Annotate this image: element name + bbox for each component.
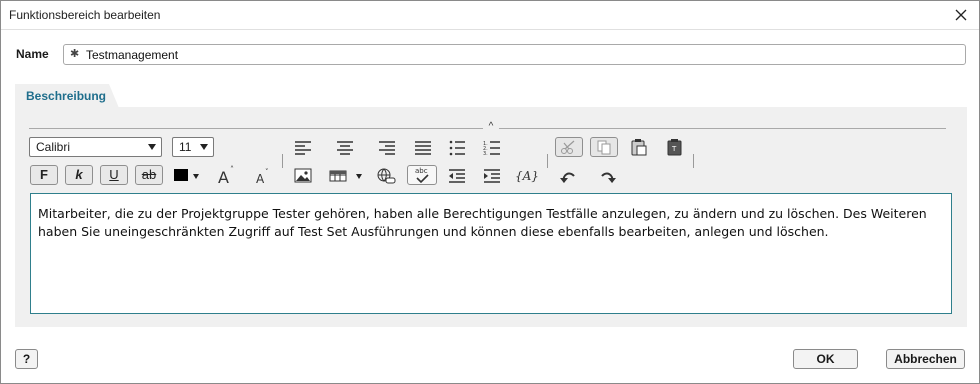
description-text[interactable]: Mitarbeiter, die zu der Projektgruppe Te…: [38, 205, 948, 241]
ok-button[interactable]: OK: [793, 349, 858, 369]
text-color-swatch[interactable]: [174, 169, 188, 181]
align-justify-icon[interactable]: [412, 138, 434, 158]
spell-check-icon: abc: [415, 167, 429, 184]
italic-button[interactable]: k: [65, 165, 93, 185]
collapse-toolbar-icon[interactable]: ^: [483, 121, 499, 133]
font-size-select[interactable]: 11: [172, 137, 214, 157]
svg-text:A: A: [256, 172, 265, 185]
insert-table-icon[interactable]: [328, 166, 350, 186]
description-panel: ^ Calibri 11 1. 2. 3. T F k U ab A ˄ A ˅…: [15, 107, 967, 327]
insert-image-icon[interactable]: [292, 166, 314, 186]
shrink-font-icon[interactable]: A ˅: [252, 165, 274, 185]
italic-label: k: [75, 167, 83, 182]
font-family-select[interactable]: Calibri: [29, 137, 162, 157]
toolbar-separator: [282, 154, 283, 168]
svg-text:T: T: [671, 145, 677, 153]
bullet-list-icon[interactable]: [446, 138, 468, 158]
cancel-label: Abbrechen: [894, 352, 957, 366]
grow-font-icon[interactable]: A ˄: [215, 165, 237, 185]
cancel-button[interactable]: Abbrechen: [886, 349, 965, 369]
svg-text:˅: ˅: [265, 168, 269, 176]
cut-button[interactable]: [555, 137, 583, 157]
scissors-icon: [561, 140, 575, 154]
name-value[interactable]: Testmanagement: [86, 48, 178, 62]
font-family-value: Calibri: [36, 140, 71, 154]
align-center-icon[interactable]: [334, 138, 356, 158]
svg-text:A: A: [218, 168, 229, 185]
underline-button[interactable]: U: [100, 165, 128, 185]
edit-function-area-dialog: Funktionsbereich bearbeiten Name ✱ Testm…: [0, 0, 980, 384]
close-icon[interactable]: [953, 7, 969, 23]
decrease-indent-icon[interactable]: [446, 166, 468, 186]
numbered-list-icon[interactable]: 1. 2. 3.: [481, 138, 503, 158]
chevron-down-icon: [200, 144, 208, 150]
name-label: Name: [16, 47, 49, 61]
name-row: Name ✱ Testmanagement: [15, 44, 967, 66]
strikethrough-label: ab: [141, 167, 157, 182]
spell-check-button[interactable]: abc: [407, 165, 437, 185]
underline-label: U: [109, 167, 119, 182]
strikethrough-button[interactable]: ab: [135, 165, 163, 185]
dialog-title: Funktionsbereich bearbeiten: [9, 8, 161, 22]
bold-label: F: [40, 167, 48, 182]
name-input[interactable]: ✱ Testmanagement: [63, 44, 966, 65]
svg-text:˄: ˄: [230, 165, 234, 174]
help-label: ?: [22, 352, 31, 366]
description-editor[interactable]: Mitarbeiter, die zu der Projektgruppe Te…: [30, 193, 952, 314]
tab-label: Beschreibung: [26, 89, 107, 103]
align-right-icon[interactable]: [376, 138, 398, 158]
tab-beschreibung[interactable]: Beschreibung: [15, 84, 119, 108]
bold-button[interactable]: F: [30, 165, 58, 185]
redo-icon[interactable]: [596, 166, 618, 186]
chevron-down-icon: [148, 144, 156, 150]
toolbar-separator: [547, 154, 548, 168]
font-size-value: 11: [179, 140, 192, 154]
align-left-icon[interactable]: [292, 138, 314, 158]
toolbar-separator: [693, 154, 694, 168]
required-icon: ✱: [70, 48, 80, 60]
paste-icon[interactable]: [628, 138, 650, 158]
help-button[interactable]: ?: [15, 349, 38, 369]
undo-icon[interactable]: [558, 166, 580, 186]
svg-text:abc: abc: [415, 167, 428, 175]
svg-text:3.: 3.: [483, 151, 488, 157]
copy-icon: [597, 140, 611, 155]
ok-label: OK: [816, 352, 835, 366]
chevron-down-icon[interactable]: [356, 174, 362, 179]
insert-link-icon[interactable]: [375, 166, 397, 186]
insert-variable-icon[interactable]: {A}: [515, 169, 539, 183]
increase-indent-icon[interactable]: [481, 166, 503, 186]
copy-button[interactable]: [590, 137, 618, 157]
paste-text-icon[interactable]: T: [664, 138, 686, 158]
chevron-down-icon[interactable]: [193, 174, 199, 179]
title-bar: Funktionsbereich bearbeiten: [1, 1, 979, 30]
